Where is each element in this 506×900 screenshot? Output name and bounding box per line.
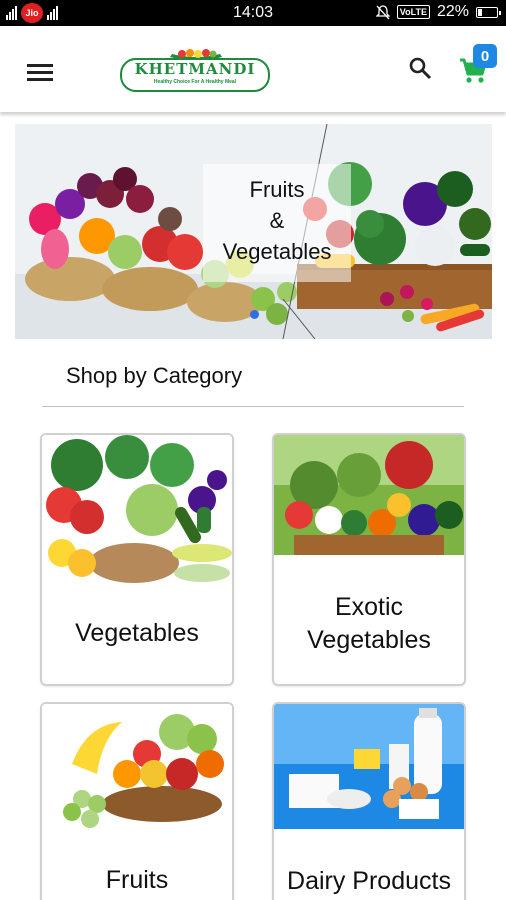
status-bar: Jio 14:03 VoLTE 22% (0, 0, 506, 26)
battery-icon (476, 6, 501, 18)
promo-banner[interactable]: Fruits & Vegetables (15, 124, 492, 339)
section-divider (42, 406, 464, 407)
khetmandi-logo: KHETMANDI Healthy Choice For A Healthy M… (120, 46, 270, 94)
battery-percent: 22% (436, 3, 469, 20)
banner-caption-line1: Fruits (249, 177, 305, 202)
vegetables-image (42, 435, 232, 585)
search-icon[interactable] (408, 56, 432, 80)
app-bar: KHETMANDI Healthy Choice For A Healthy M… (0, 26, 506, 112)
category-card-dairy-products[interactable]: Dairy Products (272, 702, 466, 900)
logo-tagline: Healthy Choice For A Healthy Meal (153, 79, 237, 85)
banner-caption-line2: & (269, 208, 285, 233)
banner-caption: Fruits & Vegetables (203, 164, 351, 282)
category-card-fruits[interactable]: Fruits (40, 702, 234, 900)
category-label: Vegetables (75, 619, 199, 647)
status-right: VoLTE 22% (375, 3, 501, 21)
cart-count-badge: 0 (473, 44, 497, 68)
banner-page-indicator[interactable] (250, 310, 259, 319)
fruits-image (42, 704, 232, 834)
category-card-exotic-vegetables[interactable]: Exotic Vegetables (272, 433, 466, 686)
category-label: Fruits (105, 866, 169, 894)
section-title: Shop by Category (66, 363, 243, 388)
category-card-vegetables[interactable]: Vegetables (40, 433, 234, 686)
category-label: Dairy Products (287, 867, 451, 895)
banner-caption-line3: Vegetables (222, 239, 332, 264)
volte-badge: VoLTE (396, 5, 430, 19)
menu-icon[interactable] (27, 62, 53, 82)
logo-text: KHETMANDI (134, 60, 256, 78)
category-label: Exotic Vegetables (307, 593, 431, 654)
dairy-products-image (274, 704, 464, 829)
mute-icon (375, 4, 390, 19)
exotic-vegetables-image (274, 435, 464, 555)
